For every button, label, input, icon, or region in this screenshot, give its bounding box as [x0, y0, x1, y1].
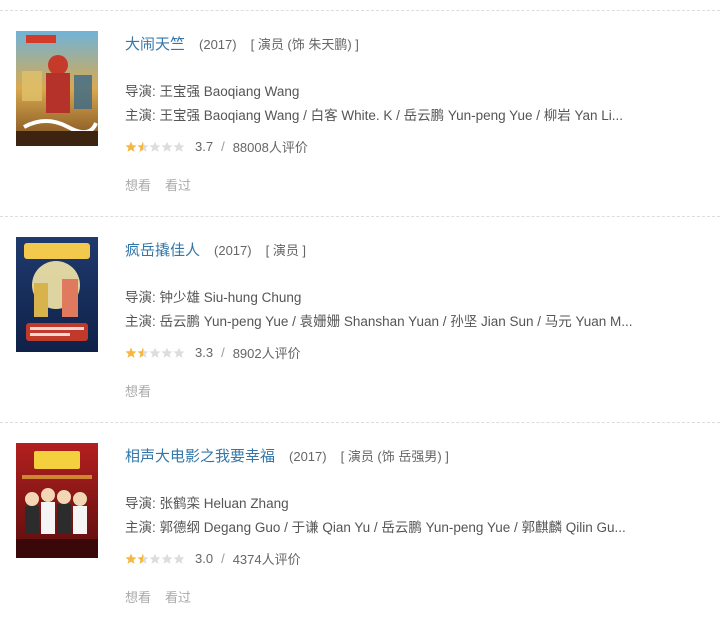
action-links: 想看 看过	[125, 175, 205, 194]
rating-score: 3.7	[195, 139, 214, 154]
star-empty-icon	[161, 553, 173, 564]
movie-poster[interactable]	[16, 237, 98, 352]
movie-title-link[interactable]: 相声大电影之我要幸福	[125, 448, 275, 465]
director-label: 导演:	[125, 84, 156, 99]
movie-role: [ 演员 (饰 岳强男) ]	[340, 449, 449, 464]
movie-item: 疯岳撬佳人 (2017) [ 演员 ] 导演: 钟少雄 Siu-hung Chung…	[0, 217, 720, 423]
star-empty-icon	[173, 347, 185, 358]
poster-image-datiantian	[16, 31, 98, 146]
rating-line: 3.0 / 4374人评价	[125, 549, 301, 568]
rating-separator: /	[221, 551, 225, 566]
director-name: 钟少雄 Siu-hung Chung	[159, 290, 302, 305]
want-to-watch-link[interactable]: 想看	[125, 178, 151, 193]
rating-separator: /	[221, 345, 225, 360]
watched-link[interactable]: 看过	[165, 178, 191, 193]
cast-label: 主演:	[125, 108, 156, 123]
director-line: 导演: 钟少雄 Siu-hung Chung	[125, 286, 685, 306]
movie-role: [ 演员 (饰 朱天鹏) ]	[250, 37, 359, 52]
director-label: 导演:	[125, 496, 156, 511]
rating-votes: 4374人评价	[232, 552, 301, 567]
star-empty-icon	[173, 141, 185, 152]
cast-line: 主演: 郭德纲 Degang Guo / 于谦 Qian Yu / 岳云鹏 Yu…	[125, 516, 685, 536]
action-links: 想看	[125, 381, 165, 400]
star-empty-icon	[149, 141, 161, 152]
cast-label: 主演:	[125, 314, 156, 329]
movie-item: 大闹天竺 (2017) [ 演员 (饰 朱天鹏) ] 导演: 王宝强 Baoqian…	[0, 11, 720, 217]
star-filled-icon	[125, 347, 137, 358]
rating-line: 3.7 / 88008人评价	[125, 137, 308, 156]
director-label: 导演:	[125, 290, 156, 305]
director-line: 导演: 张鹤栾 Heluan Zhang	[125, 492, 685, 512]
cast-names: 岳云鹏 Yun-peng Yue / 袁姗姗 Shanshan Yuan / 孙…	[159, 314, 633, 329]
star-empty-icon	[149, 553, 161, 564]
star-filled-icon	[125, 141, 137, 152]
star-empty-icon	[149, 347, 161, 358]
rating-separator: /	[221, 139, 225, 154]
star-empty-icon	[173, 553, 185, 564]
movie-role: [ 演员 ]	[265, 243, 307, 258]
star-half-icon	[137, 141, 149, 152]
movie-poster[interactable]	[16, 31, 98, 146]
movie-poster[interactable]	[16, 443, 98, 558]
rating-stars	[125, 553, 185, 565]
cast-names: 王宝强 Baoqiang Wang / 白客 White. K / 岳云鹏 Yu…	[159, 108, 623, 123]
movie-year: (2017)	[289, 449, 327, 464]
watched-link[interactable]: 看过	[165, 590, 191, 605]
rating-votes: 88008人评价	[232, 140, 308, 155]
poster-image-woyaoxingfu	[16, 443, 98, 558]
star-half-icon	[137, 347, 149, 358]
cast-label: 主演:	[125, 520, 156, 535]
rating-stars	[125, 141, 185, 153]
cast-line: 主演: 岳云鹏 Yun-peng Yue / 袁姗姗 Shanshan Yuan…	[125, 310, 685, 330]
star-filled-icon	[125, 553, 137, 564]
cast-names: 郭德纲 Degang Guo / 于谦 Qian Yu / 岳云鹏 Yun-pe…	[159, 520, 626, 535]
movie-title-link[interactable]: 大闹天竺	[125, 36, 185, 53]
rating-votes: 8902人评价	[232, 346, 301, 361]
rating-score: 3.3	[195, 345, 214, 360]
movie-year: (2017)	[214, 243, 252, 258]
director-name: 张鹤栾 Heluan Zhang	[159, 496, 289, 511]
movie-year: (2017)	[199, 37, 237, 52]
want-to-watch-link[interactable]: 想看	[125, 384, 151, 399]
poster-image-fengyue	[16, 237, 98, 352]
rating-line: 3.3 / 8902人评价	[125, 343, 301, 362]
star-empty-icon	[161, 141, 173, 152]
director-name: 王宝强 Baoqiang Wang	[159, 84, 300, 99]
want-to-watch-link[interactable]: 想看	[125, 590, 151, 605]
action-links: 想看 看过	[125, 587, 205, 606]
star-empty-icon	[161, 347, 173, 358]
movie-item: 相声大电影之我要幸福 (2017) [ 演员 (饰 岳强男) ] 导演: 张鹤栾 H…	[0, 423, 720, 629]
rating-stars	[125, 347, 185, 359]
cast-line: 主演: 王宝强 Baoqiang Wang / 白客 White. K / 岳云…	[125, 104, 685, 124]
rating-score: 3.0	[195, 551, 214, 566]
movie-title-link[interactable]: 疯岳撬佳人	[125, 242, 200, 259]
star-half-icon	[137, 553, 149, 564]
director-line: 导演: 王宝强 Baoqiang Wang	[125, 80, 685, 100]
